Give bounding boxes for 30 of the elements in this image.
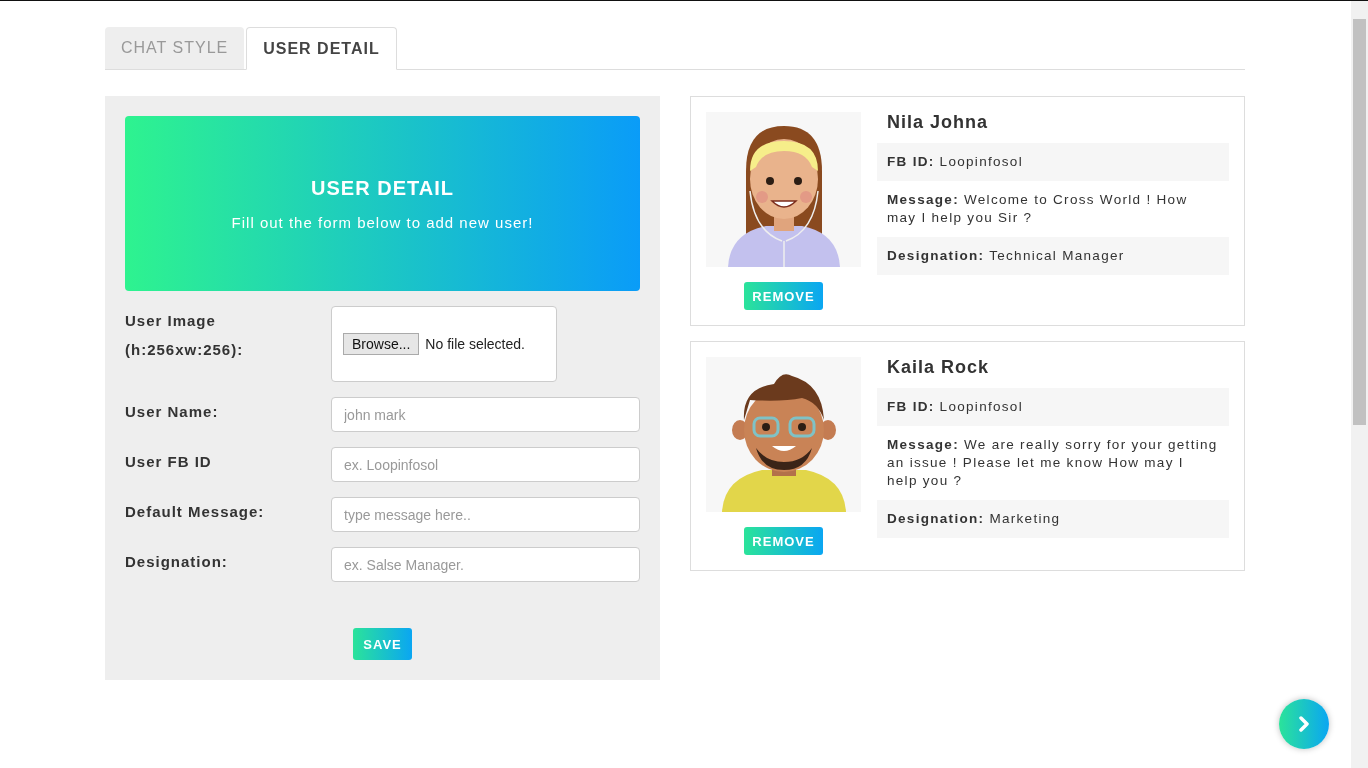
- remove-button[interactable]: REMOVE: [744, 282, 823, 310]
- user-detail: FB ID: Loopinfosol: [877, 388, 1229, 426]
- user-detail: Message: We are really sorry for your getting an issue ! Please let me know How may I help you ?: [886, 436, 1219, 490]
- remove-button[interactable]: REMOVE: [744, 527, 823, 555]
- user-detail: Message: Welcome to Cross World ! How may I help you Sir ?: [886, 191, 1189, 227]
- tab[interactable]: USER DETAIL: [246, 27, 397, 70]
- field-label: Default Message:: [125, 502, 266, 522]
- field-label: User Name:: [125, 402, 220, 422]
- banner-title: USER DETAIL: [311, 176, 454, 200]
- input-field[interactable]: ex. Salse Manager.: [331, 547, 640, 582]
- banner-subtitle: Fill out the form below to add new user!: [231, 213, 534, 231]
- input-field[interactable]: john mark: [331, 397, 640, 432]
- file-status: No file selected.: [425, 336, 525, 352]
- browse-button[interactable]: Browse...: [343, 333, 420, 355]
- tab[interactable]: CHAT STYLE: [105, 27, 245, 69]
- field-label: User FB ID: [125, 452, 213, 472]
- next-button[interactable]: [1279, 699, 1329, 749]
- input-field[interactable]: ex. Loopinfosol: [331, 447, 640, 482]
- user-detail: Designation: Marketing: [877, 500, 1229, 538]
- scrollbar[interactable]: [1351, 1, 1368, 768]
- user-detail: FB ID: Loopinfosol: [877, 143, 1229, 181]
- save-button[interactable]: SAVE: [353, 628, 412, 660]
- input-field[interactable]: type message here..: [331, 497, 640, 532]
- field-label: Designation:: [125, 552, 229, 572]
- user-name: Kaila Rock: [887, 357, 991, 378]
- field-label: User Image (h:256xw:256):: [125, 311, 245, 360]
- user-name: Nila Johna: [887, 112, 990, 133]
- file-input[interactable]: Browse... No file selected.: [331, 306, 557, 382]
- chevron-right-icon: [1298, 716, 1310, 732]
- user-detail: Designation: Technical Manager: [877, 237, 1229, 275]
